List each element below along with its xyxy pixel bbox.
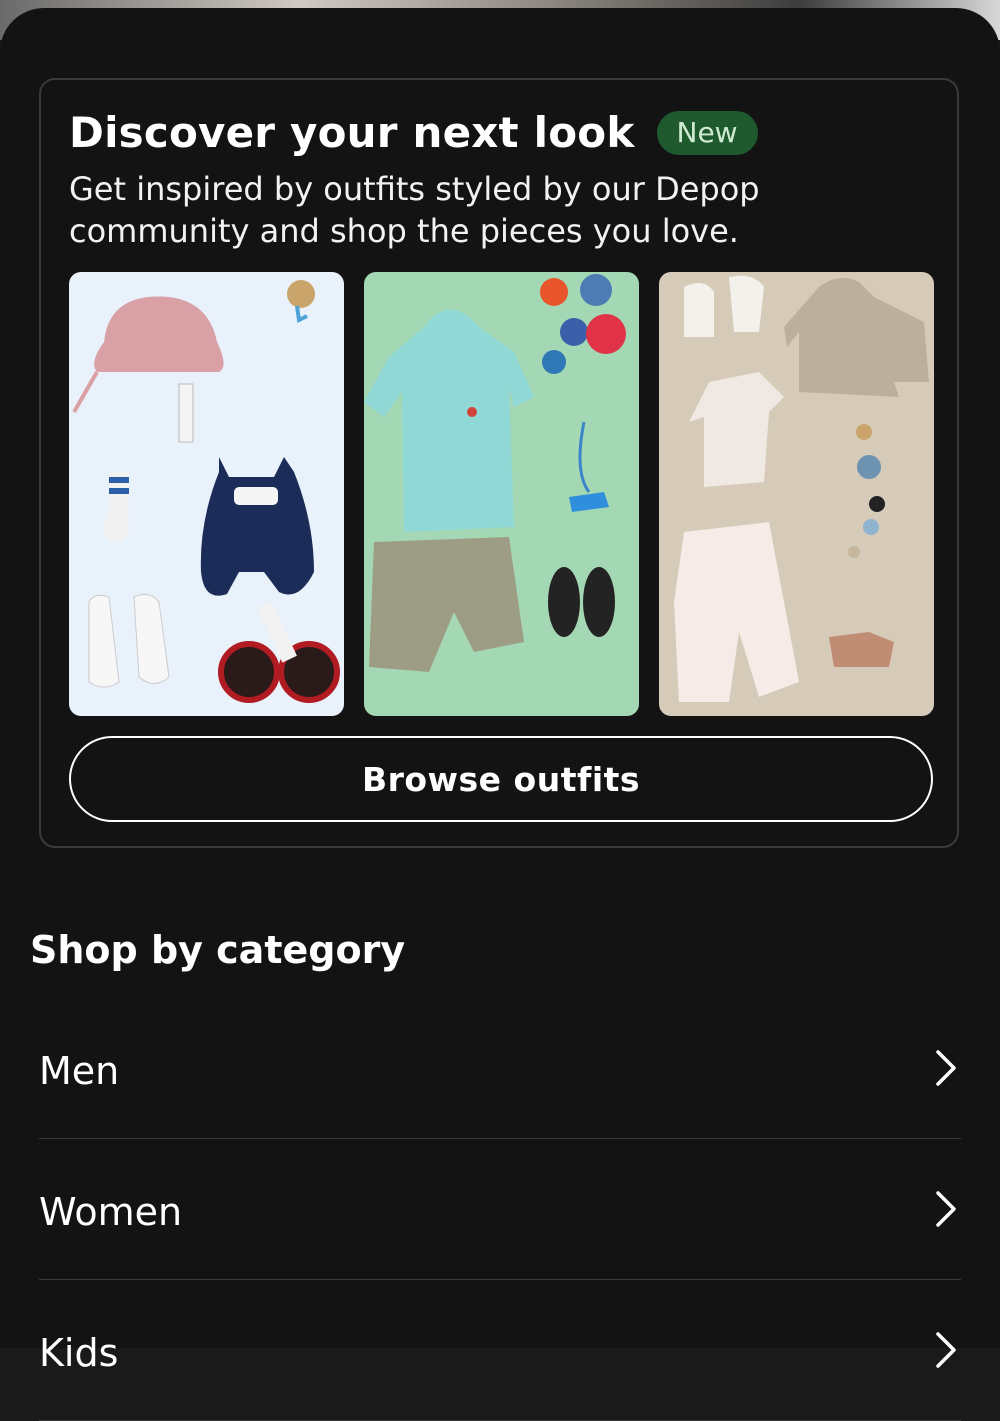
outfit-1-image bbox=[72, 280, 340, 703]
discover-card: Discover your next look New Get inspired… bbox=[39, 78, 959, 848]
card-title: Discover your next look bbox=[69, 108, 635, 157]
outfit-tile-2[interactable] bbox=[364, 272, 639, 716]
outfit-tile-1[interactable] bbox=[69, 272, 344, 716]
outfit-3-image bbox=[674, 275, 929, 702]
shop-by-category-title: Shop by category bbox=[30, 928, 406, 972]
category-list: Men Women Kids bbox=[39, 998, 961, 1421]
chevron-right-icon bbox=[936, 1191, 956, 1227]
bottom-sheet: Discover your next look New Get inspired… bbox=[0, 8, 1000, 1421]
browse-outfits-button[interactable]: Browse outfits bbox=[69, 736, 933, 822]
chevron-right-icon bbox=[936, 1332, 956, 1368]
card-title-row: Discover your next look New bbox=[69, 108, 758, 157]
outfit-tile-3[interactable] bbox=[659, 272, 934, 716]
card-description: Get inspired by outfits styled by our De… bbox=[69, 170, 760, 250]
category-item-men[interactable]: Men bbox=[39, 998, 961, 1139]
outfit-2-image bbox=[364, 274, 626, 672]
category-item-kids[interactable]: Kids bbox=[39, 1280, 961, 1421]
category-label: Men bbox=[39, 1049, 120, 1093]
chevron-right-icon bbox=[936, 1050, 956, 1086]
new-badge: New bbox=[656, 110, 758, 155]
category-label: Women bbox=[39, 1190, 183, 1234]
category-item-women[interactable]: Women bbox=[39, 1139, 961, 1280]
outfit-tiles bbox=[69, 272, 934, 716]
